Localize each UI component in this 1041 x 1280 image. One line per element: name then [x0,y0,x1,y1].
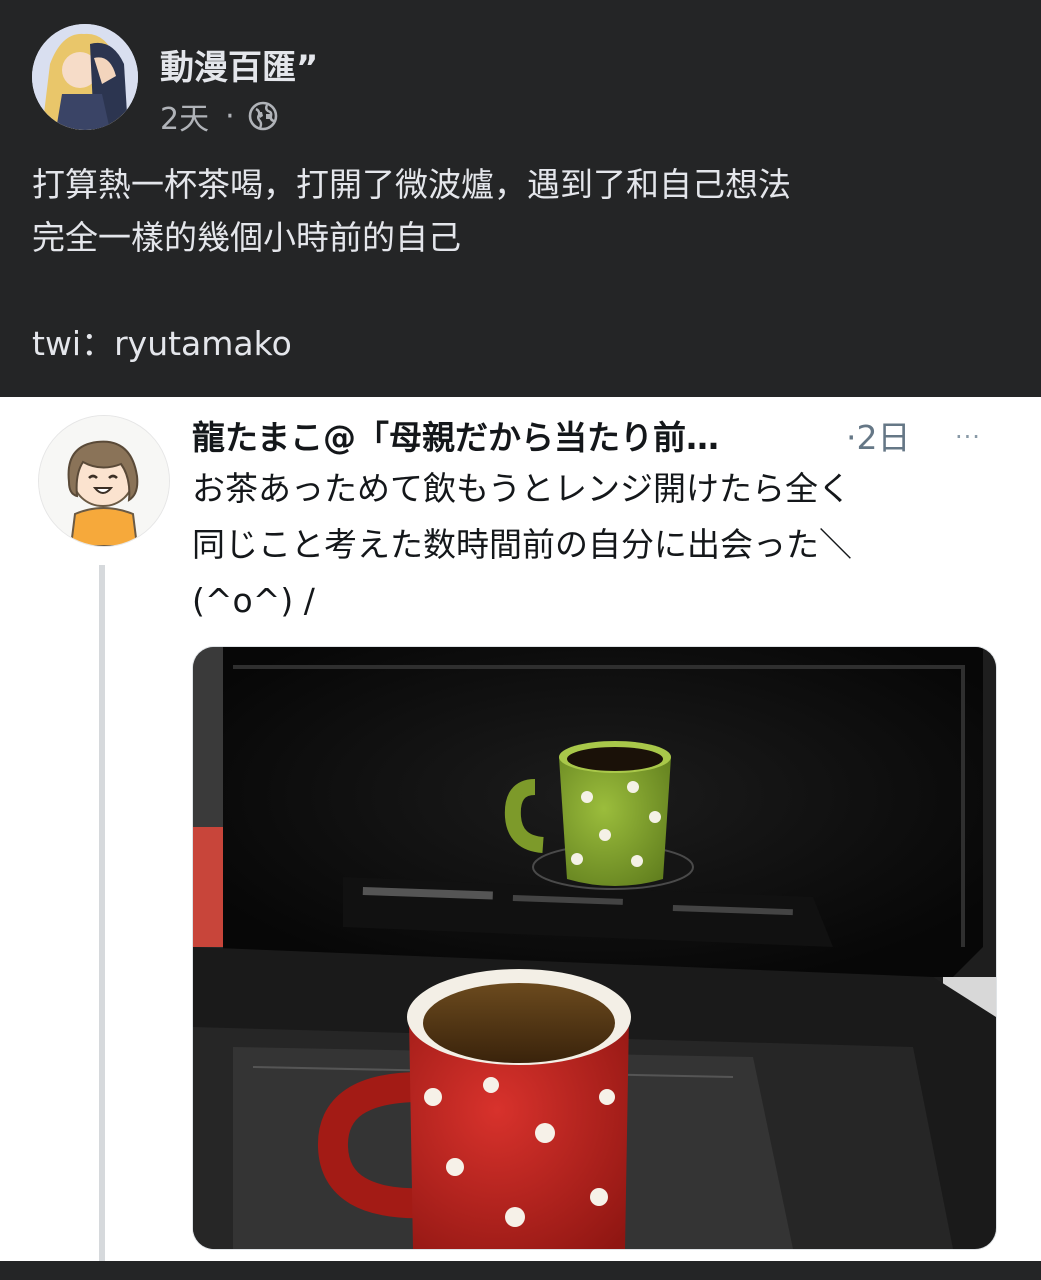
bottom-divider [0,1261,1041,1280]
tweet-author: 龍たまこ@「母親だから当たり前… [192,418,720,457]
tweet-text-line: (^o^) / [192,581,315,620]
tweet-screenshot: 龍たまこ@「母親だから当たり前… ·2日 ··· お茶あっためて飲もうとレンジ開… [0,397,1041,1261]
post-text: 打算熱一杯茶喝，打開了微波爐，遇到了和自己想法 完全一樣的幾個小時前的自己 [32,158,1022,264]
meta-separator: · [225,98,235,134]
page-name[interactable]: 動漫百匯” [160,40,318,89]
tweet-text-line: お茶あっためて飲もうとレンジ開けたら全く [192,469,852,508]
post-meta: 2天 · [160,95,279,137]
thread-line [99,565,105,1261]
microwave-mugs-illustration [193,647,996,1249]
tweet-text-line: 同じこと考えた数時間前の自分に出会った＼ [192,525,852,564]
tweet-photo [192,646,997,1250]
tweet-avatar [38,415,170,547]
post-time[interactable]: 2天 [160,94,209,138]
post-text-line: 打算熱一杯茶喝，打開了微波爐，遇到了和自己想法 [32,165,791,204]
page-avatar[interactable] [32,24,138,130]
post-credit: twi：ryutamako [32,324,292,363]
tweet-time: ·2日 [846,418,911,457]
post-text-line: 完全一樣的幾個小時前的自己 [32,218,461,257]
tweet-text: お茶あっためて飲もうとレンジ開けたら全く 同じこと考えた数時間前の自分に出会った… [192,461,992,629]
facebook-post: 動漫百匯” 2天 · 打算熱一杯茶喝，打開了微波爐，遇到了和自己想法 完全一樣的… [0,0,1041,397]
more-options-icon: ··· [955,423,981,451]
globe-icon [248,101,277,131]
